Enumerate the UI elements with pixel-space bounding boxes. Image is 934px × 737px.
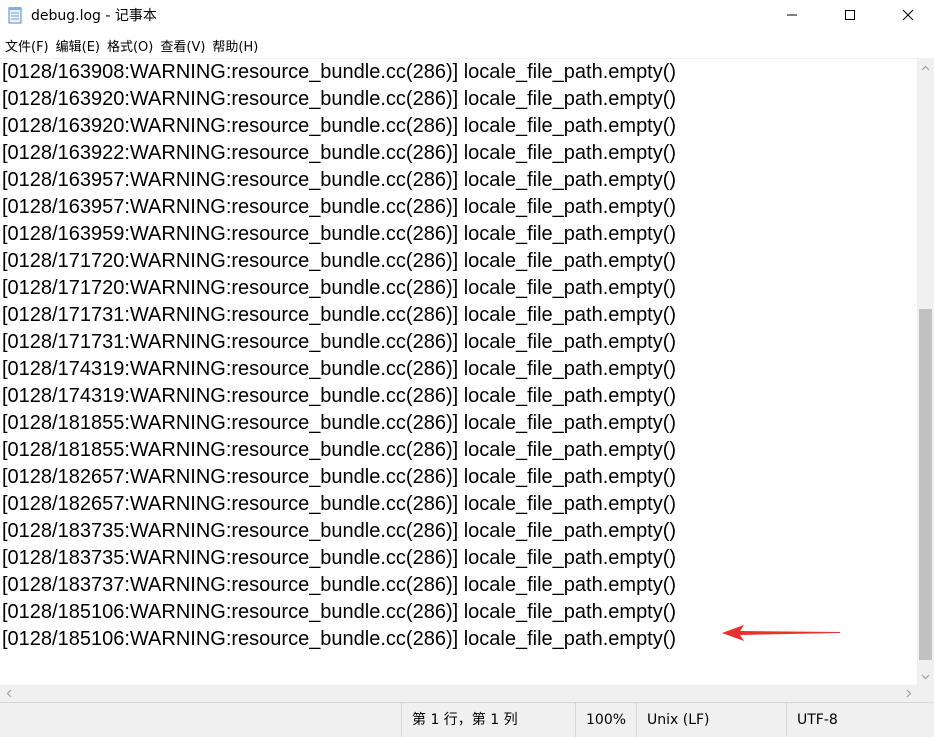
log-line: [0128/182657:WARNING:resource_bundle.cc(… [2,493,677,515]
log-line: [0128/174319:WARNING:resource_bundle.cc(… [2,385,677,407]
status-zoom: 100% [575,703,636,737]
title-bar: debug.log - 记事本 [0,0,934,30]
status-cursor-position: 第 1 行，第 1 列 [401,703,575,737]
menu-help[interactable]: 帮助(H) [212,34,258,57]
log-line: [0128/171720:WARNING:resource_bundle.cc(… [2,277,677,299]
log-line: [0128/183735:WARNING:resource_bundle.cc(… [2,520,677,542]
close-button[interactable] [878,0,934,30]
log-line: [0128/185106:WARNING:resource_bundle.cc(… [2,601,677,623]
status-bar: 第 1 行，第 1 列 100% Unix (LF) UTF-8 [0,702,934,737]
log-line: [0128/163908:WARNING:resource_bundle.cc(… [2,61,677,83]
log-line: [0128/163957:WARNING:resource_bundle.cc(… [2,169,677,191]
minimize-button[interactable] [762,0,822,30]
log-line: [0128/181855:WARNING:resource_bundle.cc(… [2,412,677,434]
log-line: [0128/174319:WARNING:resource_bundle.cc(… [2,358,677,380]
log-line: [0128/181855:WARNING:resource_bundle.cc(… [2,439,677,461]
menu-file[interactable]: 文件(F) [5,34,49,57]
log-line: [0128/183737:WARNING:resource_bundle.cc(… [2,574,677,596]
scrollbar-corner [917,685,934,702]
maximize-icon [845,10,855,20]
chevron-down-icon [921,674,930,679]
status-line-ending: Unix (LF) [636,703,786,737]
maximize-button[interactable] [820,0,880,30]
chevron-left-icon [6,689,11,698]
menu-view[interactable]: 查看(V) [160,34,205,57]
menu-format[interactable]: 格式(O) [107,34,153,57]
annotation-arrow-icon [722,625,840,641]
log-line: [0128/163957:WARNING:resource_bundle.cc(… [2,196,677,218]
status-encoding: UTF-8 [786,703,934,737]
log-line: [0128/185106:WARNING:resource_bundle.cc(… [2,628,677,650]
close-icon [902,9,914,21]
scroll-right-button[interactable] [900,685,917,702]
chevron-up-icon [921,65,930,70]
scroll-down-button[interactable] [917,668,934,685]
window-title: debug.log - 记事本 [31,8,157,24]
log-line: [0128/171731:WARNING:resource_bundle.cc(… [2,304,677,326]
log-line: [0128/182657:WARNING:resource_bundle.cc(… [2,466,677,488]
chevron-right-icon [906,689,911,698]
minimize-icon [787,14,797,16]
log-line: [0128/163959:WARNING:resource_bundle.cc(… [2,223,677,245]
menu-edit[interactable]: 编辑(E) [56,34,100,57]
vertical-scrollbar[interactable] [917,59,934,685]
log-line: [0128/183735:WARNING:resource_bundle.cc(… [2,547,677,569]
scroll-left-button[interactable] [0,685,17,702]
horizontal-scrollbar[interactable] [0,685,917,702]
scroll-thumb[interactable] [919,309,932,660]
log-line: [0128/163922:WARNING:resource_bundle.cc(… [2,142,677,164]
log-line: [0128/163920:WARNING:resource_bundle.cc(… [2,88,677,110]
text-editor[interactable]: [0128/163908:WARNING:resource_bundle.cc(… [0,59,917,685]
notepad-icon [8,7,22,24]
scroll-up-button[interactable] [917,59,934,76]
log-line: [0128/163920:WARNING:resource_bundle.cc(… [2,115,677,137]
log-line: [0128/171720:WARNING:resource_bundle.cc(… [2,250,677,272]
log-line: [0128/171731:WARNING:resource_bundle.cc(… [2,331,677,353]
menu-bar: 文件(F) 编辑(E) 格式(O) 查看(V) 帮助(H) [0,33,934,57]
